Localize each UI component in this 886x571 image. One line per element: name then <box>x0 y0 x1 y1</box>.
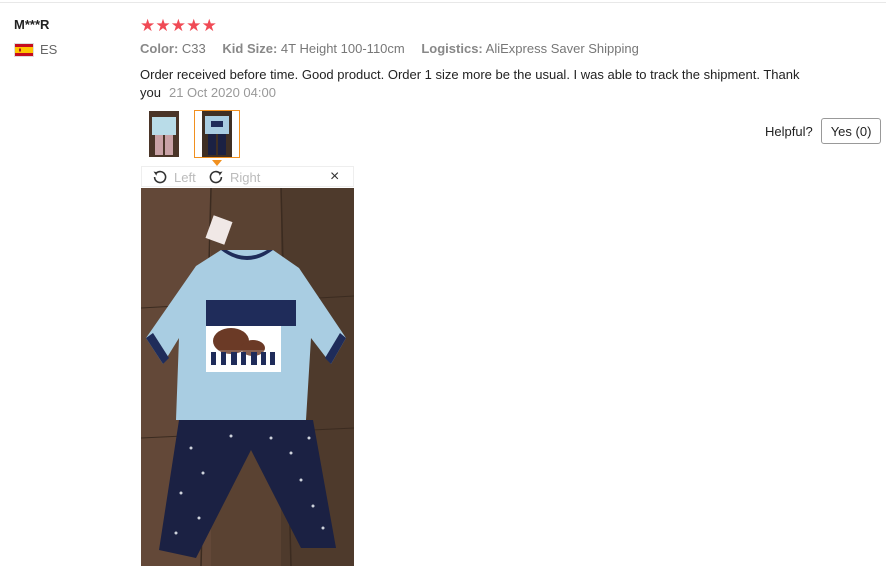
attr-value-color: C33 <box>181 41 206 56</box>
rotate-left-icon <box>153 170 167 184</box>
thumbnail-1[interactable] <box>141 110 187 158</box>
review-photo-large <box>140 187 355 567</box>
attr-value-logistics: AliExpress Saver Shipping <box>485 41 639 56</box>
rotate-right-button[interactable]: Right <box>208 169 260 185</box>
rotate-left-button[interactable]: Left <box>152 169 196 185</box>
review-thumbnails <box>141 110 247 158</box>
star-icon: ★ <box>186 16 203 35</box>
reviewer-country: ES <box>14 42 57 57</box>
thumbnail-2-selected[interactable] <box>194 110 240 158</box>
star-icon: ★ <box>140 16 157 35</box>
star-icon: ★ <box>201 16 218 35</box>
helpful-label: Helpful? <box>765 123 813 139</box>
order-attributes: Color: C33 Kid Size: 4T Height 100-110cm… <box>140 41 652 56</box>
review-body: Order received before time. Good product… <box>140 66 840 102</box>
review-date: 21 Oct 2020 04:00 <box>168 85 276 100</box>
helpful-section: Helpful? Yes (0) <box>765 118 882 144</box>
reviewer-name: M***R <box>14 17 50 32</box>
star-icon: ★ <box>170 16 188 35</box>
rotate-right-label: Right <box>230 169 261 185</box>
attr-value-size: 4T Height 100-110cm <box>280 41 405 56</box>
helpful-yes-button[interactable]: Yes (0) <box>820 118 882 144</box>
top-divider <box>0 2 886 3</box>
attr-key-size: Kid Size: <box>222 41 278 56</box>
attr-key-logistics: Logistics: <box>421 41 483 56</box>
rotate-right-icon <box>209 170 223 184</box>
attr-key-color: Color: <box>140 41 179 56</box>
image-viewer-toolbar: Left Right × <box>141 166 354 187</box>
rotate-left-label: Left <box>174 169 196 185</box>
star-rating: ★ ★ ★ ★ ★ <box>140 16 217 36</box>
spain-flag-icon <box>14 42 34 57</box>
country-code: ES <box>40 42 58 57</box>
close-icon[interactable]: × <box>330 168 339 186</box>
star-icon: ★ <box>155 16 172 35</box>
